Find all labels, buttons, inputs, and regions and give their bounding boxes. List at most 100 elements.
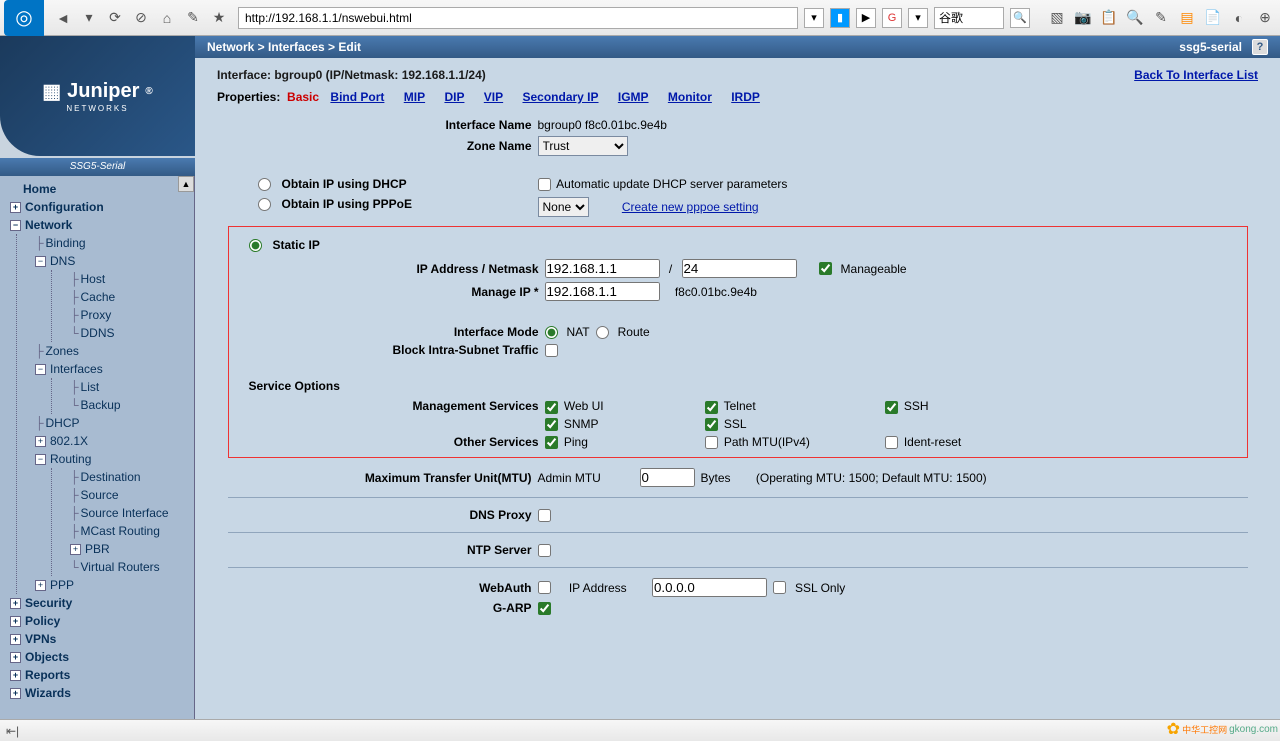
tab-secondary-ip[interactable]: Secondary IP	[522, 90, 598, 104]
scroll-up-icon[interactable]: ▲	[178, 176, 194, 192]
zone-select[interactable]: Trust	[538, 136, 628, 156]
search-button[interactable]: 🔍	[1010, 8, 1030, 28]
bookmark-button[interactable]: ★	[208, 7, 230, 29]
webui-checkbox[interactable]	[545, 401, 558, 414]
nav-reports[interactable]: +Reports	[0, 666, 194, 684]
nav-routing[interactable]: −Routing	[35, 450, 194, 468]
radio-static[interactable]	[249, 239, 262, 252]
ssh-checkbox[interactable]	[885, 401, 898, 414]
feed-icon[interactable]: ▮	[830, 8, 850, 28]
webauth-checkbox[interactable]	[538, 581, 551, 594]
reload-button[interactable]: ⟳	[104, 7, 126, 29]
block-intra-checkbox[interactable]	[545, 344, 558, 357]
search-input[interactable]	[934, 7, 1004, 29]
ext-icon-1[interactable]: ▧	[1046, 7, 1068, 29]
nav-wizards[interactable]: +Wizards	[0, 684, 194, 702]
radio-pppoe[interactable]	[258, 198, 271, 211]
device-name: SSG5-Serial	[0, 158, 195, 176]
netmask-input[interactable]	[682, 259, 797, 278]
radio-dhcp[interactable]	[258, 178, 271, 191]
ident-checkbox[interactable]	[885, 436, 898, 449]
ssl-checkbox[interactable]	[705, 418, 718, 431]
tab-irdp[interactable]: IRDP	[731, 90, 760, 104]
go-button[interactable]: ▶	[856, 8, 876, 28]
manageable-checkbox[interactable]	[819, 262, 832, 275]
ext-icon-6[interactable]: 📄	[1202, 7, 1224, 29]
nav-rt-mcast[interactable]: ├ MCast Routing	[70, 522, 194, 540]
nav-rt-source[interactable]: ├ Source	[70, 486, 194, 504]
nav-if-backup[interactable]: └ Backup	[70, 396, 194, 414]
pmtu-checkbox[interactable]	[705, 436, 718, 449]
iface-name-value: bgroup0 f8c0.01bc.9e4b	[538, 118, 667, 132]
help-icon[interactable]: ?	[1252, 39, 1268, 55]
tab-basic[interactable]: Basic	[287, 90, 319, 104]
dnsproxy-checkbox[interactable]	[538, 509, 551, 522]
nav-if-list[interactable]: ├ List	[70, 378, 194, 396]
radio-nat[interactable]	[545, 326, 558, 339]
search-engine-icon[interactable]: G	[882, 8, 902, 28]
mtu-input[interactable]	[640, 468, 695, 487]
garp-checkbox[interactable]	[538, 602, 551, 615]
nav-dns-host[interactable]: ├ Host	[70, 270, 194, 288]
nav-vpns[interactable]: +VPNs	[0, 630, 194, 648]
nav-interfaces[interactable]: −Interfaces	[35, 360, 194, 378]
nav-8021x[interactable]: +802.1X	[35, 432, 194, 450]
ext-icon-3[interactable]: 📋	[1098, 7, 1120, 29]
tab-mip[interactable]: MIP	[404, 90, 425, 104]
radio-route[interactable]	[596, 326, 609, 339]
tab-igmp[interactable]: IGMP	[618, 90, 649, 104]
iface-name-label: Interface Name	[228, 118, 538, 132]
nav-policy[interactable]: +Policy	[0, 612, 194, 630]
ext-icon-7[interactable]: ◐	[1228, 7, 1250, 29]
pppoe-select[interactable]: None	[538, 197, 589, 217]
nav-dns-cache[interactable]: ├ Cache	[70, 288, 194, 306]
tab-vip[interactable]: VIP	[484, 90, 503, 104]
ping-checkbox[interactable]	[545, 436, 558, 449]
nav-dhcp[interactable]: ├ DHCP	[35, 414, 194, 432]
ntp-checkbox[interactable]	[538, 544, 551, 557]
wand-button[interactable]: ✎	[182, 7, 204, 29]
nav-objects[interactable]: +Objects	[0, 648, 194, 666]
forward-button[interactable]: ▾	[78, 7, 100, 29]
main-content: Network > Interfaces > Edit ssg5-serial …	[195, 36, 1280, 741]
telnet-checkbox[interactable]	[705, 401, 718, 414]
nav-network[interactable]: −Network	[0, 216, 194, 234]
ext-icon-4[interactable]: 🔍	[1124, 7, 1146, 29]
tab-monitor[interactable]: Monitor	[668, 90, 712, 104]
nav-configuration[interactable]: +Configuration	[0, 198, 194, 216]
nav-zones[interactable]: ├ Zones	[35, 342, 194, 360]
home-button[interactable]: ⌂	[156, 7, 178, 29]
ext-icon-8[interactable]: ⊕	[1254, 7, 1276, 29]
nav-binding[interactable]: ├ Binding	[35, 234, 194, 252]
nav-rt-pbr[interactable]: +PBR	[70, 540, 194, 558]
nav-security[interactable]: +Security	[0, 594, 194, 612]
logo-icon: ▦	[42, 79, 61, 104]
back-link[interactable]: Back To Interface List	[1134, 68, 1258, 82]
nav-dns-proxy[interactable]: ├ Proxy	[70, 306, 194, 324]
tab-dip[interactable]: DIP	[444, 90, 464, 104]
manage-ip-input[interactable]	[545, 282, 660, 301]
rss-icon[interactable]: ▤	[1176, 7, 1198, 29]
create-pppoe-link[interactable]: Create new pppoe setting	[622, 200, 759, 214]
webauth-ip-input[interactable]	[652, 578, 767, 597]
ext-icon-5[interactable]: ✎	[1150, 7, 1172, 29]
nav-dns[interactable]: −DNS	[35, 252, 194, 270]
back-button[interactable]: ◄	[52, 7, 74, 29]
nav-rt-vr[interactable]: └ Virtual Routers	[70, 558, 194, 576]
nav-dns-ddns[interactable]: └ DDNS	[70, 324, 194, 342]
nav-ppp[interactable]: +PPP	[35, 576, 194, 594]
nav-rt-srcif[interactable]: ├ Source Interface	[70, 504, 194, 522]
search-engine-dropdown[interactable]: ▾	[908, 8, 928, 28]
snmp-checkbox[interactable]	[545, 418, 558, 431]
nav-home[interactable]: Home	[0, 180, 194, 198]
tab-bind-port[interactable]: Bind Port	[330, 90, 384, 104]
status-icon: ⇤|	[6, 724, 19, 738]
nav-rt-dest[interactable]: ├ Destination	[70, 468, 194, 486]
url-input[interactable]	[238, 7, 798, 29]
stop-button[interactable]: ⊘	[130, 7, 152, 29]
ext-icon-2[interactable]: 📷	[1072, 7, 1094, 29]
ip-input[interactable]	[545, 259, 660, 278]
url-dropdown[interactable]: ▾	[804, 8, 824, 28]
auto-dhcp-checkbox[interactable]	[538, 178, 551, 191]
sslonly-checkbox[interactable]	[773, 581, 786, 594]
